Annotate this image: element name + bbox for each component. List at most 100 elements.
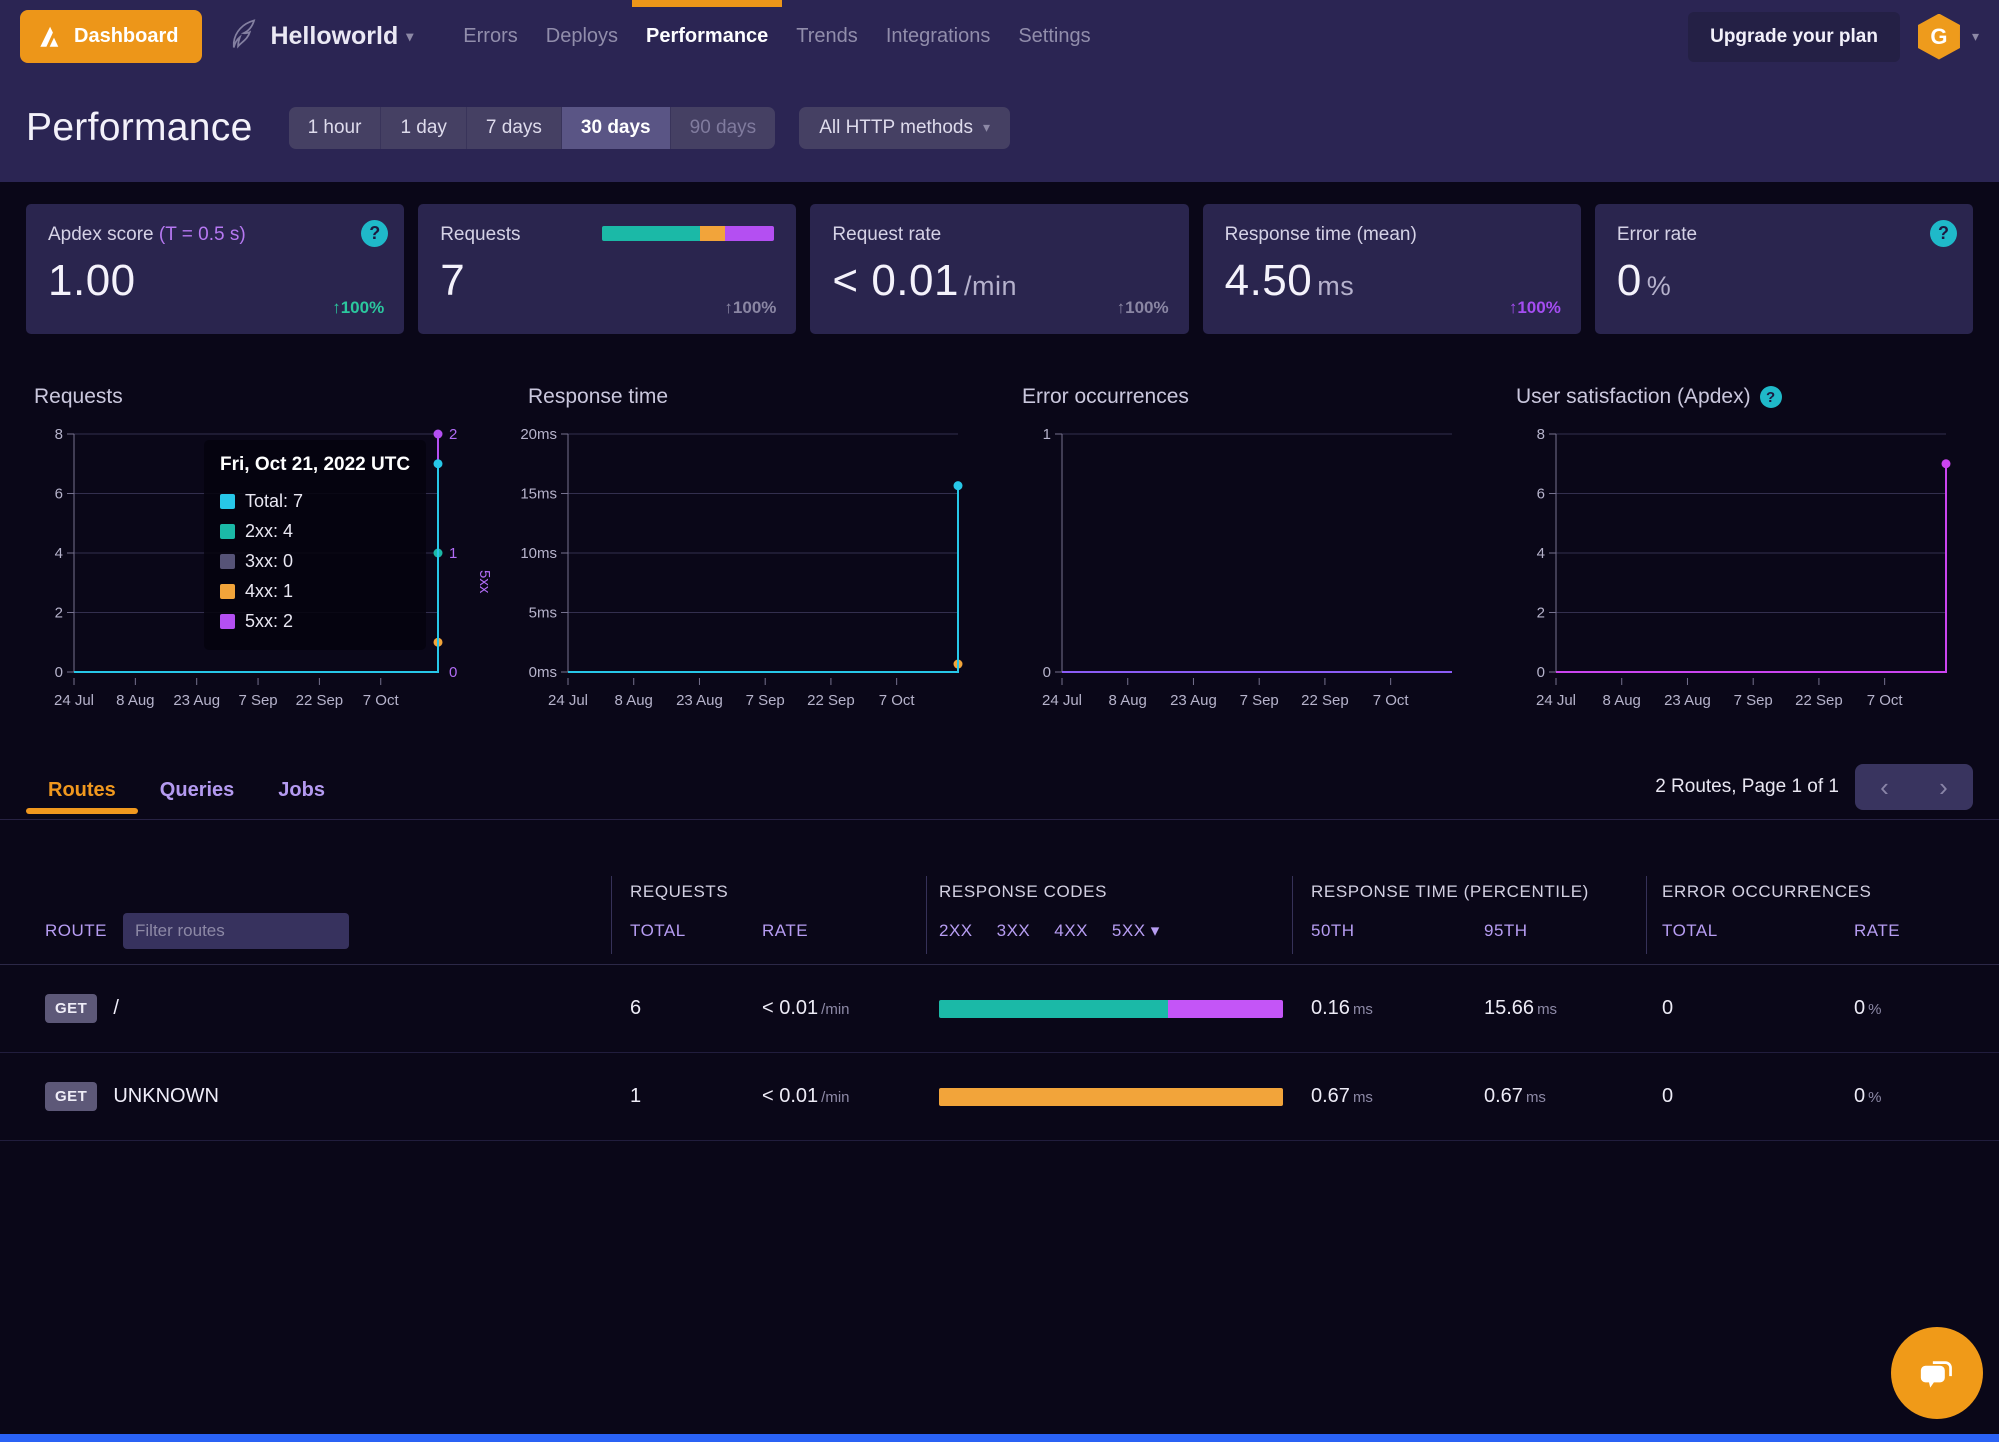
col-50th: 50TH: [1311, 921, 1484, 941]
chat-button[interactable]: [1891, 1327, 1983, 1419]
svg-text:8: 8: [55, 426, 63, 443]
help-icon[interactable]: ?: [361, 220, 388, 247]
delta-badge: ↑100%: [332, 298, 384, 318]
http-methods-label: All HTTP methods: [819, 117, 973, 139]
tooltip-row: 3xx: 0: [220, 546, 410, 576]
account-chevron-down-icon[interactable]: ▾: [1972, 28, 1979, 45]
metric-cards: Apdex score (T = 0.5 s) 1.00 ↑100% ? Req…: [26, 204, 1973, 334]
pagination-info: 2 Routes, Page 1 of 1: [1655, 776, 1839, 798]
card-label-note: (T = 0.5 s): [159, 224, 246, 245]
range-1-hour[interactable]: 1 hour: [289, 107, 382, 149]
help-icon[interactable]: ?: [1930, 220, 1957, 247]
column-divider: [1646, 876, 1647, 954]
card-unit: ms: [1317, 271, 1354, 301]
appsignal-logo-icon: [36, 24, 62, 50]
svg-text:1: 1: [1043, 426, 1051, 443]
cell-err-rate: 0: [1854, 997, 1865, 1019]
tooltip-row: 5xx: 2: [220, 606, 410, 636]
chart-user-satisfaction: User satisfaction (Apdex) ? 8642024 Jul8…: [1508, 384, 1973, 720]
upgrade-plan-button[interactable]: Upgrade your plan: [1688, 12, 1900, 62]
card-label: Request rate: [832, 224, 1166, 246]
range-1-day[interactable]: 1 day: [381, 107, 466, 149]
legend-swatch: [220, 554, 235, 569]
app-switcher[interactable]: Helloworld ▾: [270, 22, 413, 51]
delta-badge: ↑100%: [1117, 298, 1169, 318]
col-2xx: 2XX: [939, 921, 973, 941]
nav-item-integrations[interactable]: Integrations: [872, 0, 1005, 73]
nav-item-performance[interactable]: Performance: [632, 0, 782, 73]
legend-swatch: [220, 584, 235, 599]
avatar[interactable]: G: [1918, 14, 1960, 60]
group-header-response-time: RESPONSE TIME (PERCENTILE): [1311, 882, 1662, 902]
cell-95th: 0.67: [1484, 1085, 1523, 1107]
card-label: Apdex score: [48, 224, 154, 245]
route-link[interactable]: UNKNOWN: [113, 1085, 219, 1108]
col-95th: 95TH: [1484, 921, 1662, 941]
next-page-button[interactable]: ›: [1914, 764, 1973, 810]
svg-text:20ms: 20ms: [520, 426, 557, 443]
nav-item-settings[interactable]: Settings: [1004, 0, 1104, 73]
card-label: Error rate: [1617, 224, 1951, 246]
col-route: ROUTE: [45, 921, 107, 941]
status-code-mini-bar: [602, 226, 774, 241]
route-link[interactable]: /: [113, 997, 119, 1020]
svg-text:7 Sep: 7 Sep: [238, 692, 277, 709]
card-value: 4.50: [1225, 256, 1313, 305]
response-time-chart-canvas[interactable]: 20ms15ms10ms5ms0ms24 Jul8 Aug23 Aug7 Sep…: [520, 420, 985, 720]
tooltip-date: Fri, Oct 21, 2022 UTC: [220, 454, 410, 476]
tooltip-row: 2xx: 4: [220, 516, 410, 546]
app-name: Helloworld: [270, 22, 398, 51]
card-unit: %: [1647, 271, 1672, 301]
svg-text:0: 0: [1043, 664, 1051, 681]
svg-text:7 Oct: 7 Oct: [363, 692, 400, 709]
column-divider: [611, 876, 612, 954]
legend-swatch: [220, 524, 235, 539]
svg-text:8 Aug: 8 Aug: [615, 692, 653, 709]
chart-error-occurrences: Error occurrences 1024 Jul8 Aug23 Aug7 S…: [1014, 384, 1479, 720]
filter-routes-input[interactable]: [123, 913, 349, 949]
range-30-days[interactable]: 30 days: [562, 107, 671, 149]
svg-text:1: 1: [449, 545, 457, 562]
nav-item-deploys[interactable]: Deploys: [532, 0, 632, 73]
svg-text:5xx: 5xx: [476, 570, 491, 594]
nav-item-errors[interactable]: Errors: [449, 0, 531, 73]
tabs-row: Routes Queries Jobs 2 Routes, Page 1 of …: [0, 772, 1999, 814]
card-requests: Requests 7 ↑100%: [418, 204, 796, 334]
apdex-chart-canvas[interactable]: 8642024 Jul8 Aug23 Aug7 Sep22 Sep7 Oct: [1508, 420, 1973, 720]
cell-total: 1: [630, 1085, 762, 1108]
col-err-total: TOTAL: [1662, 921, 1854, 941]
nav-item-trends[interactable]: Trends: [782, 0, 872, 73]
tab-queries[interactable]: Queries: [138, 771, 256, 814]
bottom-accent-bar: [0, 1434, 1999, 1442]
table-row: GET / 6 < 0.01/min 0.16ms 15.66ms 0 0%: [0, 965, 1999, 1053]
svg-text:23 Aug: 23 Aug: [173, 692, 220, 709]
dashboard-button-label: Dashboard: [74, 25, 178, 48]
tab-routes[interactable]: Routes: [26, 771, 138, 814]
svg-text:7 Sep: 7 Sep: [1240, 692, 1279, 709]
delta-badge: ↑100%: [1509, 298, 1561, 318]
cell-rate: < 0.01: [762, 1085, 818, 1107]
charts-row: Requests 8642024 Jul8 Aug23 Aug7 Sep22 S…: [0, 384, 1999, 720]
range-7-days[interactable]: 7 days: [467, 107, 562, 149]
svg-text:10ms: 10ms: [520, 545, 557, 562]
tab-jobs[interactable]: Jobs: [256, 771, 347, 814]
http-methods-dropdown[interactable]: All HTTP methods ▾: [799, 107, 1010, 149]
chart-response-time: Response time 20ms15ms10ms5ms0ms24 Jul8 …: [520, 384, 985, 720]
card-unit: /min: [964, 271, 1017, 301]
svg-text:0: 0: [449, 664, 457, 681]
time-range-group: 1 hour 1 day 7 days 30 days 90 days: [289, 107, 776, 149]
prev-page-button[interactable]: ‹: [1855, 764, 1914, 810]
col-4xx: 4XX: [1054, 921, 1088, 941]
svg-text:2: 2: [449, 426, 457, 443]
col-5xx-dropdown[interactable]: 5XX ▾: [1112, 921, 1160, 941]
dashboard-button[interactable]: Dashboard: [20, 10, 202, 63]
method-badge: GET: [45, 994, 97, 1023]
svg-text:24 Jul: 24 Jul: [548, 692, 588, 709]
svg-text:4: 4: [55, 545, 63, 562]
help-icon[interactable]: ?: [1760, 386, 1782, 408]
tooltip-row: 4xx: 1: [220, 576, 410, 606]
svg-text:24 Jul: 24 Jul: [1536, 692, 1576, 709]
svg-text:23 Aug: 23 Aug: [1170, 692, 1217, 709]
range-90-days[interactable]: 90 days: [671, 107, 776, 149]
error-occurrences-chart-canvas[interactable]: 1024 Jul8 Aug23 Aug7 Sep22 Sep7 Oct: [1014, 420, 1479, 720]
